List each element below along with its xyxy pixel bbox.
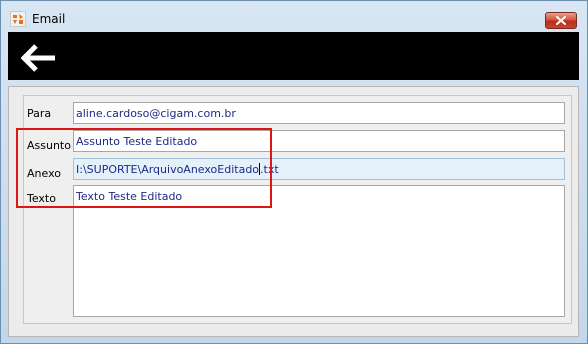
toolbar (8, 32, 579, 80)
para-label: Para (27, 107, 52, 120)
assunto-field[interactable]: Assunto Teste Editado (73, 130, 565, 152)
anexo-label: Anexo (27, 167, 61, 180)
back-arrow-icon (20, 44, 55, 72)
anexo-value-start: I:\SUPORTE\ArquivoAnexoEditado (76, 163, 260, 176)
anexo-field[interactable]: I:\SUPORTE\ArquivoAnexoEditado.txt (73, 158, 565, 180)
close-icon (556, 16, 566, 25)
texto-label: Texto (27, 192, 56, 205)
texto-textarea[interactable]: Texto Teste Editado (73, 185, 565, 317)
content-area: Para aline.cardoso@cigam.com.br Assunto … (8, 86, 579, 337)
email-window: Email Para aline.cardoso@cigam.com.br As… (0, 0, 588, 344)
assunto-label: Assunto (27, 139, 71, 152)
back-button[interactable] (20, 44, 57, 72)
close-button[interactable] (545, 12, 577, 29)
anexo-value-end: .txt (260, 163, 279, 176)
email-form-panel: Para aline.cardoso@cigam.com.br Assunto … (23, 95, 572, 324)
cigam-logo-icon (10, 11, 26, 27)
window-title: Email (32, 12, 66, 26)
title-bar[interactable]: Email (1, 1, 587, 32)
para-field[interactable]: aline.cardoso@cigam.com.br (73, 102, 565, 124)
